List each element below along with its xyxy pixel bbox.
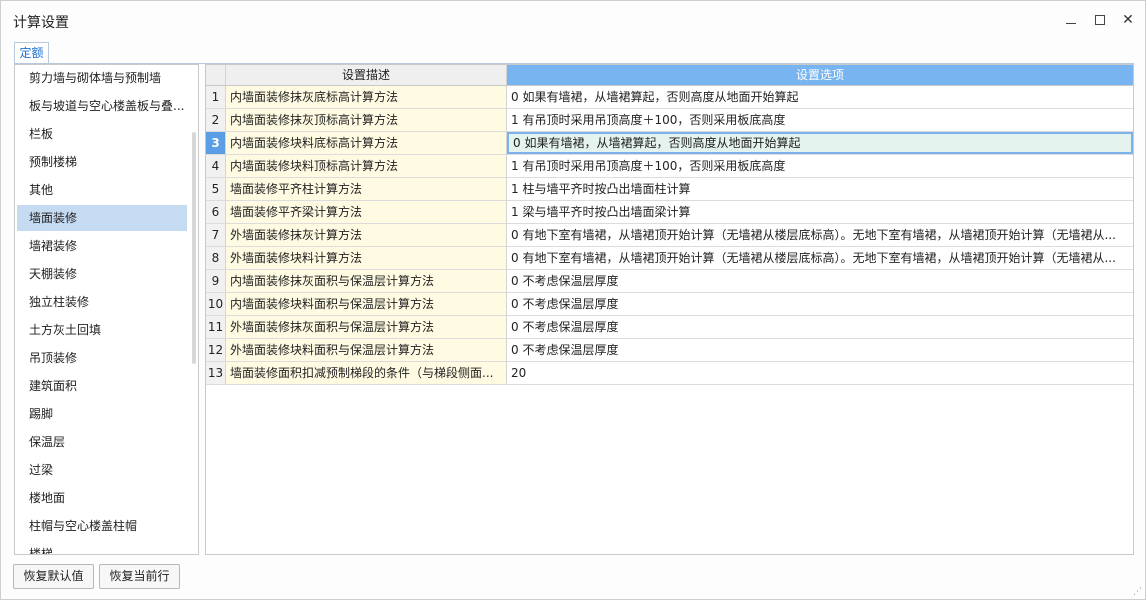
table-row[interactable]: 11 外墙面装修抹灰面积与保温层计算方法 0 不考虑保温层厚度 <box>206 316 1133 339</box>
row-option-select[interactable]: 0 不考虑保温层厚度 <box>507 270 1133 292</box>
row-description: 墙面装修平齐柱计算方法 <box>226 178 507 200</box>
sidebar-item[interactable]: 墙面装修 <box>17 205 187 231</box>
row-description: 内墙面装修块料面积与保温层计算方法 <box>226 293 507 315</box>
table-row[interactable]: 1 内墙面装修抹灰底标高计算方法 0 如果有墙裙，从墙裙算起，否则高度从地面开始算起 <box>206 86 1133 109</box>
settings-grid: 设置描述 设置选项 1 内墙面装修抹灰底标高计算方法 0 如果有墙裙，从墙裙算起，否… <box>205 64 1134 555</box>
sidebar-item[interactable]: 保温层 <box>17 429 187 455</box>
sidebar-item[interactable]: 吊顶装修 <box>17 345 187 371</box>
row-number: 5 <box>206 178 226 200</box>
restore-current-row-button[interactable]: 恢复当前行 <box>99 564 180 589</box>
row-description: 外墙面装修抹灰计算方法 <box>226 224 507 246</box>
sidebar-item[interactable]: 楼地面 <box>17 485 187 511</box>
maximize-button[interactable] <box>1088 9 1112 31</box>
row-number: 13 <box>206 362 226 384</box>
sidebar-item[interactable]: 踢脚 <box>17 401 187 427</box>
row-option-select[interactable]: 0 不考虑保温层厚度 <box>507 339 1133 361</box>
tab-quota[interactable]: 定额 <box>14 42 49 64</box>
row-option-select[interactable]: 1 梁与墙平齐时按凸出墙面梁计算 <box>507 201 1133 223</box>
row-number: 3 <box>206 132 226 154</box>
header-description[interactable]: 设置描述 <box>226 65 507 85</box>
sidebar-item[interactable]: 楼梯 <box>17 541 187 554</box>
row-number: 2 <box>206 109 226 131</box>
row-option-select[interactable]: 0 不考虑保温层厚度 <box>507 293 1133 315</box>
minimize-button[interactable] <box>1059 9 1083 31</box>
sidebar-item[interactable]: 建筑面积 <box>17 373 187 399</box>
minimize-icon <box>1066 22 1076 24</box>
row-description: 内墙面装修抹灰顶标高计算方法 <box>226 109 507 131</box>
table-row[interactable]: 13 墙面装修面积扣减预制梯段的条件（与梯段侧面... 20 <box>206 362 1133 385</box>
row-description: 内墙面装修抹灰面积与保温层计算方法 <box>226 270 507 292</box>
row-option-select[interactable]: 1 有吊顶时采用吊顶高度＋100，否则采用板底高度 <box>507 155 1133 177</box>
row-description: 外墙面装修抹灰面积与保温层计算方法 <box>226 316 507 338</box>
table-row[interactable]: 4 内墙面装修块料顶标高计算方法 1 有吊顶时采用吊顶高度＋100，否则采用板底高度 <box>206 155 1133 178</box>
row-description: 外墙面装修块料计算方法 <box>226 247 507 269</box>
row-option-select[interactable]: 0 有地下室有墙裙，从墙裙顶开始计算（无墙裙从楼层底标高）。无地下室有墙裙，从墙… <box>507 224 1133 246</box>
sidebar-item[interactable]: 独立柱装修 <box>17 289 187 315</box>
sidebar-item[interactable]: 剪力墙与砌体墙与预制墙 <box>17 65 187 91</box>
restore-default-button[interactable]: 恢复默认值 <box>13 564 94 589</box>
sidebar-item[interactable]: 预制楼梯 <box>17 149 187 175</box>
row-option-select[interactable]: 0 不考虑保温层厚度 <box>507 316 1133 338</box>
row-description: 墙面装修平齐梁计算方法 <box>226 201 507 223</box>
row-description: 内墙面装修块料顶标高计算方法 <box>226 155 507 177</box>
row-option-select[interactable]: 1 柱与墙平齐时按凸出墙面柱计算 <box>507 178 1133 200</box>
row-option-select[interactable]: 0 如果有墙裙，从墙裙算起，否则高度从地面开始算起 <box>507 132 1133 154</box>
header-corner <box>206 65 226 85</box>
row-option-select[interactable]: 20 <box>507 362 1133 384</box>
row-option-select[interactable]: 1 有吊顶时采用吊顶高度＋100，否则采用板底高度 <box>507 109 1133 131</box>
settings-window: 计算设置 ✕ 定额 剪力墙与砌体墙与预制墙 板与坡道与空心楼盖板与叠... 栏板 预制… <box>0 0 1146 600</box>
close-icon: ✕ <box>1122 12 1134 28</box>
row-number: 11 <box>206 316 226 338</box>
sidebar-item[interactable]: 板与坡道与空心楼盖板与叠... <box>17 93 187 119</box>
maximize-icon <box>1095 15 1105 25</box>
row-description: 内墙面装修块料底标高计算方法 <box>226 132 507 154</box>
table-row[interactable]: 5 墙面装修平齐柱计算方法 1 柱与墙平齐时按凸出墙面柱计算 <box>206 178 1133 201</box>
sidebar-item[interactable]: 天棚装修 <box>17 261 187 287</box>
row-option-select[interactable]: 0 如果有墙裙，从墙裙算起，否则高度从地面开始算起 <box>507 86 1133 108</box>
table-row[interactable]: 10 内墙面装修块料面积与保温层计算方法 0 不考虑保温层厚度 <box>206 293 1133 316</box>
title-bar: 计算设置 ✕ <box>1 1 1145 41</box>
row-number: 8 <box>206 247 226 269</box>
grid-header: 设置描述 设置选项 <box>206 65 1133 86</box>
sidebar-item[interactable]: 土方灰土回填 <box>17 317 187 343</box>
sidebar-item[interactable]: 其他 <box>17 177 187 203</box>
row-description: 外墙面装修块料面积与保温层计算方法 <box>226 339 507 361</box>
window-title: 计算设置 <box>13 15 69 31</box>
row-option-select[interactable]: 0 有地下室有墙裙，从墙裙顶开始计算（无墙裙从楼层底标高）。无地下室有墙裙，从墙… <box>507 247 1133 269</box>
table-row[interactable]: 3 内墙面装修块料底标高计算方法 0 如果有墙裙，从墙裙算起，否则高度从地面开始算起 <box>206 132 1133 155</box>
row-number: 12 <box>206 339 226 361</box>
header-option[interactable]: 设置选项 <box>507 65 1133 85</box>
resize-grip-icon[interactable]: ⋰ <box>1133 587 1143 597</box>
row-number: 10 <box>206 293 226 315</box>
table-row[interactable]: 12 外墙面装修块料面积与保温层计算方法 0 不考虑保温层厚度 <box>206 339 1133 362</box>
row-description: 墙面装修面积扣减预制梯段的条件（与梯段侧面... <box>226 362 507 384</box>
table-row[interactable]: 6 墙面装修平齐梁计算方法 1 梁与墙平齐时按凸出墙面梁计算 <box>206 201 1133 224</box>
row-number: 1 <box>206 86 226 108</box>
sidebar-item[interactable]: 墙裙装修 <box>17 233 187 259</box>
table-row[interactable]: 7 外墙面装修抹灰计算方法 0 有地下室有墙裙，从墙裙顶开始计算（无墙裙从楼层底标高… <box>206 224 1133 247</box>
row-description: 内墙面装修抹灰底标高计算方法 <box>226 86 507 108</box>
category-sidebar[interactable]: 剪力墙与砌体墙与预制墙 板与坡道与空心楼盖板与叠... 栏板 预制楼梯 其他 墙面装修 墙裙… <box>14 64 199 555</box>
sidebar-scrollbar[interactable] <box>192 132 196 364</box>
close-button[interactable]: ✕ <box>1116 9 1140 31</box>
row-number: 4 <box>206 155 226 177</box>
table-row[interactable]: 9 内墙面装修抹灰面积与保温层计算方法 0 不考虑保温层厚度 <box>206 270 1133 293</box>
table-row[interactable]: 8 外墙面装修块料计算方法 0 有地下室有墙裙，从墙裙顶开始计算（无墙裙从楼层底标高… <box>206 247 1133 270</box>
sidebar-item[interactable]: 过梁 <box>17 457 187 483</box>
row-number: 7 <box>206 224 226 246</box>
table-row[interactable]: 2 内墙面装修抹灰顶标高计算方法 1 有吊顶时采用吊顶高度＋100，否则采用板底高度 <box>206 109 1133 132</box>
row-number: 9 <box>206 270 226 292</box>
sidebar-item[interactable]: 柱帽与空心楼盖柱帽 <box>17 513 187 539</box>
sidebar-item[interactable]: 栏板 <box>17 121 187 147</box>
row-number: 6 <box>206 201 226 223</box>
